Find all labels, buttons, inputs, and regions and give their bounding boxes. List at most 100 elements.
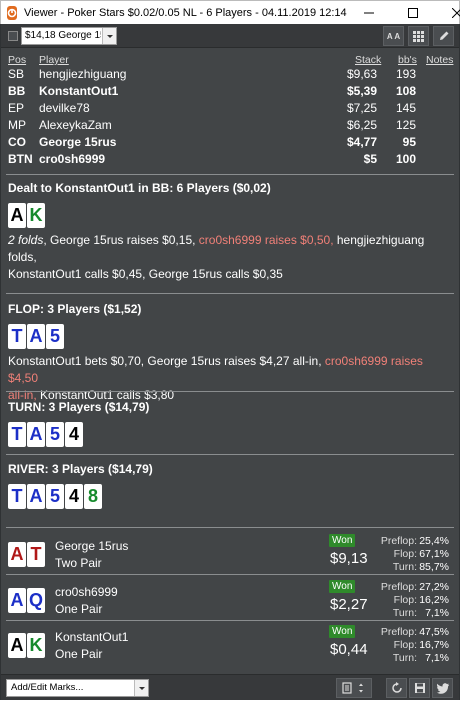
- showdown-result[interactable]: A K KonstantOut1 One Pair Won $0,44 Pref…: [1, 625, 459, 669]
- twitter-icon: [436, 682, 449, 694]
- river-board-cards: T A 5 4 8: [8, 484, 102, 509]
- table-row[interactable]: BB KonstantOut1 $5,39 108: [1, 84, 459, 99]
- player-position: CO: [8, 135, 26, 149]
- card: A: [8, 542, 26, 567]
- equity-label: Flop:: [393, 639, 417, 651]
- hand-select-dropdown[interactable]: $14,18 George 15rus: [21, 27, 117, 45]
- player-stack: $6,25: [346, 118, 377, 132]
- player-name: cro0sh6999: [39, 152, 106, 166]
- table-row[interactable]: BTN cro0sh6999 $5 100: [1, 152, 459, 167]
- showdown-result[interactable]: A Q cro0sh6999 One Pair Won $2,27 Preflo…: [1, 580, 459, 624]
- viewer-window: $14,18 George 15rus A A Pos Player Stack…: [0, 24, 460, 700]
- equity-label: Preflop:: [380, 581, 417, 593]
- card: A: [8, 203, 26, 228]
- player-position: EP: [8, 101, 25, 115]
- player-position: MP: [8, 118, 26, 132]
- equity-label: Flop:: [393, 548, 417, 560]
- table-row[interactable]: MP AlexeykaZam $6,25 125: [1, 118, 459, 133]
- equity-value: 7,1%: [425, 652, 449, 664]
- showdown-cards: A Q: [8, 588, 45, 613]
- divider: [6, 527, 454, 528]
- close-button[interactable]: [435, 1, 460, 25]
- folds-text: 2 folds: [8, 233, 44, 247]
- card: K: [27, 203, 45, 228]
- card: A: [8, 588, 26, 613]
- player-stack: $5,39: [346, 84, 377, 98]
- refresh-button[interactable]: [386, 678, 407, 698]
- result-player-name: George 15rus: [55, 539, 129, 553]
- flop-board-cards: T A 5: [8, 324, 64, 349]
- marks-dropdown[interactable]: Add/Edit Marks...: [6, 679, 149, 697]
- player-bbs: 100: [395, 152, 416, 166]
- dropdown-arrow-icon[interactable]: [134, 680, 148, 696]
- divider: [6, 454, 454, 455]
- flop-title: FLOP: 3 Players ($1,52): [8, 302, 142, 316]
- card: T: [8, 422, 26, 447]
- card: T: [8, 484, 26, 509]
- twitter-share-button[interactable]: [432, 678, 453, 698]
- top-toolbar: $14,18 George 15rus A A: [1, 24, 459, 48]
- minimize-button[interactable]: [347, 1, 391, 25]
- header-stack: Stack: [355, 54, 382, 66]
- select-hand-checkbox[interactable]: [8, 31, 18, 41]
- font-size-button[interactable]: A A: [383, 26, 404, 46]
- player-bbs: 95: [402, 135, 416, 149]
- grid-icon: [413, 30, 424, 42]
- player-stack: $5: [363, 152, 377, 166]
- header-bbs: bb's: [398, 54, 417, 66]
- edit-button[interactable]: [433, 26, 454, 46]
- card: Q: [27, 588, 45, 613]
- maximize-icon: [407, 7, 418, 18]
- clipboard-button[interactable]: [336, 678, 372, 698]
- highlighted-action: cro0sh6999 raises $0,50,: [198, 233, 334, 247]
- hero-hole-cards: A K: [8, 203, 45, 228]
- player-bbs: 125: [395, 118, 416, 132]
- won-amount: $0,44: [330, 641, 368, 658]
- divider: [6, 293, 454, 294]
- showdown-result[interactable]: A T George 15rus Two Pair Won $9,13 Pref…: [1, 534, 459, 578]
- player-bbs: 145: [395, 101, 416, 115]
- equity-value: 16,2%: [419, 594, 449, 606]
- preflop-title: Dealt to KonstantOut1 in BB: 6 Players (…: [8, 181, 271, 195]
- player-position: BTN: [8, 152, 33, 166]
- card: A: [27, 484, 45, 509]
- dropdown-arrow-icon[interactable]: [102, 28, 116, 44]
- player-position: BB: [8, 84, 26, 98]
- player-stack: $4,77: [346, 135, 377, 149]
- close-icon: [451, 7, 460, 18]
- player-position: SB: [8, 67, 25, 81]
- result-player-name: cro0sh6999: [55, 585, 118, 599]
- refresh-icon: [391, 682, 402, 693]
- card: 8: [84, 484, 102, 509]
- table-row[interactable]: EP devilke78 $7,25 145: [1, 101, 459, 116]
- result-hand-rank: One Pair: [55, 647, 103, 661]
- player-name: George 15rus: [39, 135, 117, 149]
- save-button[interactable]: [409, 678, 430, 698]
- grid-view-button[interactable]: [408, 26, 429, 46]
- table-row[interactable]: CO George 15rus $4,77 95: [1, 135, 459, 150]
- maximize-button[interactable]: [391, 1, 435, 25]
- player-stack: $9,63: [346, 67, 377, 81]
- minimize-icon: [363, 12, 374, 13]
- card: T: [27, 542, 45, 567]
- equity-value: 25,4%: [419, 535, 449, 547]
- equity-value: 47,5%: [419, 626, 449, 638]
- flop-actions: KonstantOut1 bets $0,70, George 15rus ra…: [8, 353, 452, 404]
- equity-value: 7,1%: [425, 607, 449, 619]
- won-badge: Won: [329, 534, 356, 547]
- divider: [6, 620, 454, 621]
- result-hand-rank: Two Pair: [55, 556, 102, 570]
- won-amount: $2,27: [330, 596, 368, 613]
- result-player-name: KonstantOut1: [55, 630, 129, 644]
- players-table-header: Pos Player Stack bb's Notes: [1, 54, 459, 68]
- equity-label: Preflop:: [380, 535, 417, 547]
- table-row[interactable]: SB hengjiezhiguang $9,63 193: [1, 67, 459, 82]
- player-bbs: 193: [395, 67, 416, 81]
- equity-value: 67,1%: [419, 548, 449, 560]
- player-name: hengjiezhiguang: [39, 67, 127, 81]
- action-text: KonstantOut1 calls $0,45, George 15rus c…: [8, 267, 283, 281]
- player-bbs: 108: [395, 84, 416, 98]
- player-name: devilke78: [39, 101, 90, 115]
- won-badge: Won: [329, 625, 356, 638]
- divider: [6, 574, 454, 575]
